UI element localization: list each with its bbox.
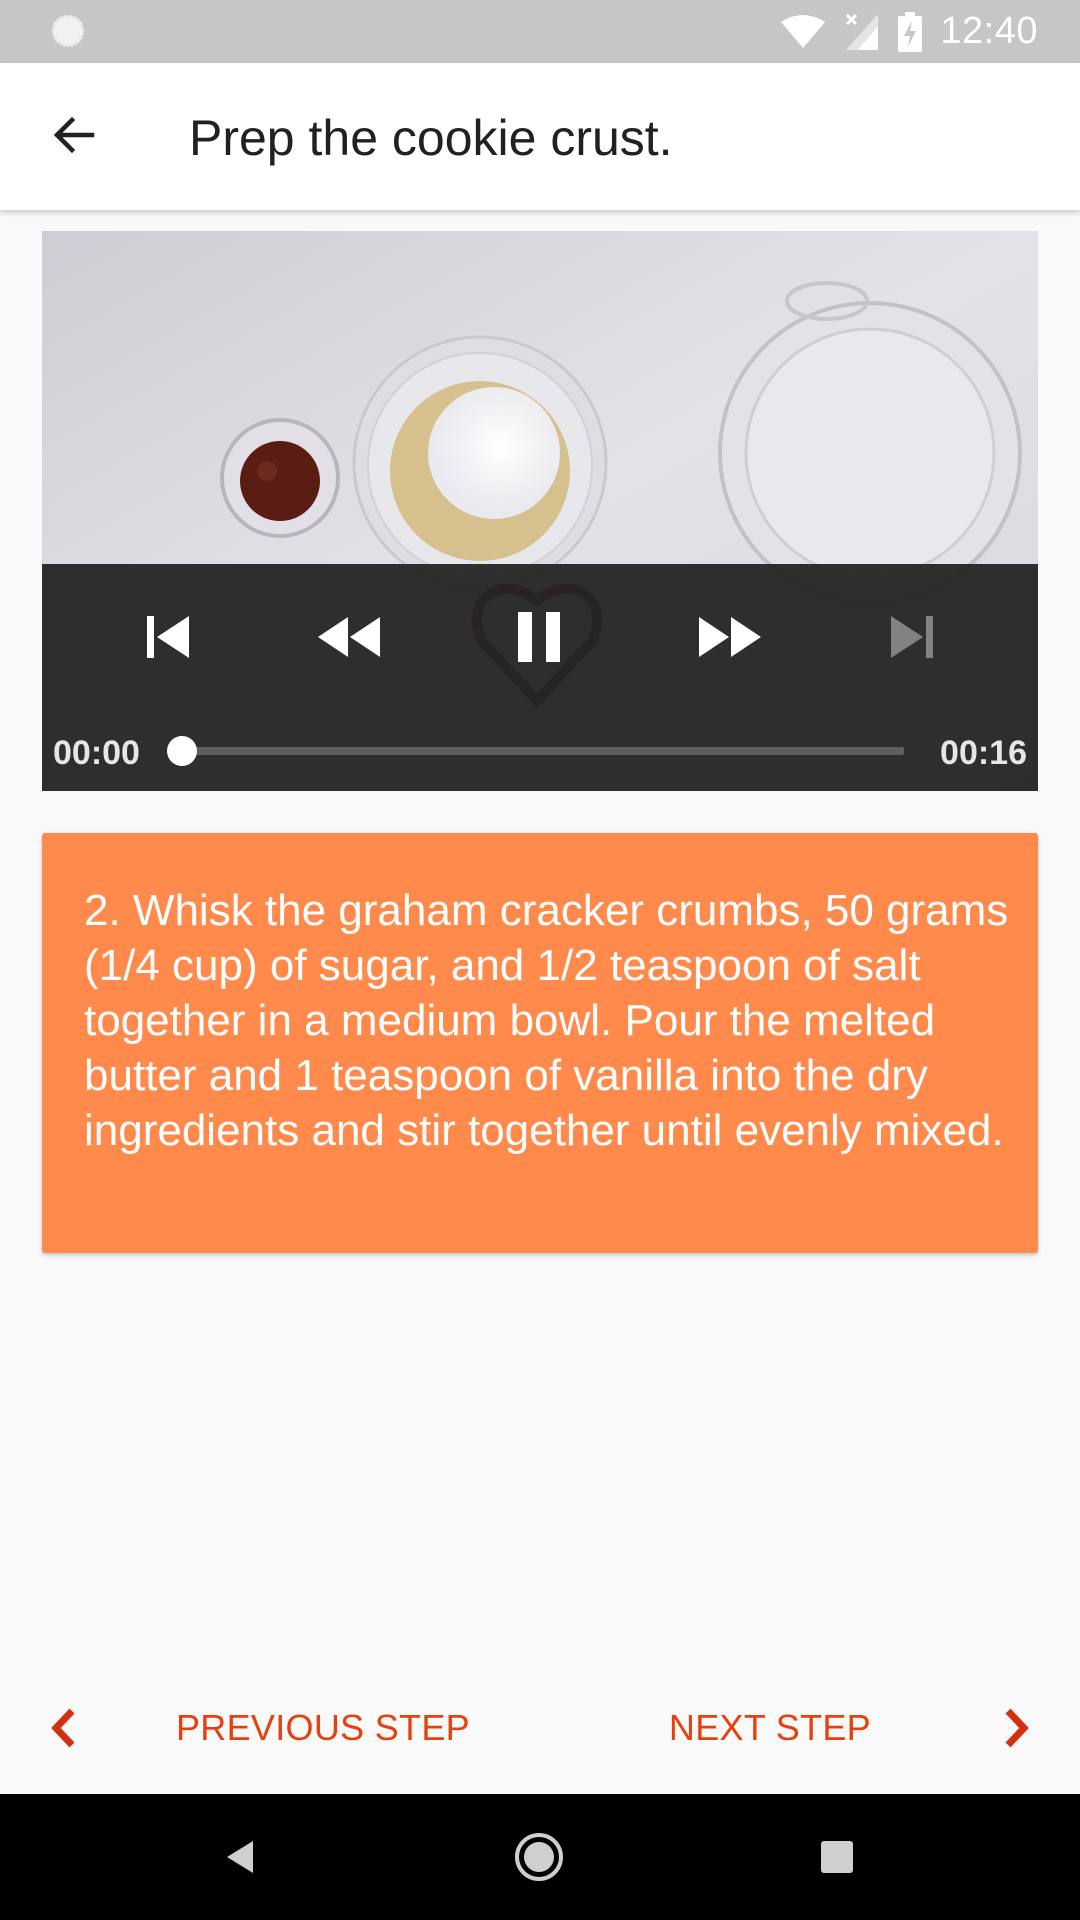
video-player[interactable]: 00:00 00:16 [42,231,1038,791]
progress-thumb[interactable] [167,736,197,766]
chevron-left-icon [51,1708,75,1748]
skip-next-icon [891,616,933,658]
app-bar: Prep the cookie crust. [0,63,1080,210]
home-circle-icon [515,1833,563,1881]
system-back-button[interactable] [206,1822,276,1892]
status-time: 12:40 [940,10,1038,52]
status-icons: 12:40 [780,0,1038,63]
back-button[interactable] [38,99,110,171]
pause-icon [518,612,560,662]
fast-forward-icon [699,617,761,657]
step-instructions: 2. Whisk the graham cracker crumbs, 50 g… [84,886,1009,1155]
skip-next-button[interactable] [867,592,957,682]
rewind-button[interactable] [304,592,394,682]
system-navigation-bar [0,1794,1080,1920]
screen: 12:40 Prep the cookie crust. 00:00 00:16… [0,0,1080,1920]
previous-step-button[interactable]: PREVIOUS STEP [40,1690,470,1766]
battery-charging-icon [898,11,923,52]
chevron-right-icon [1005,1708,1029,1748]
wifi-icon [781,14,826,48]
system-home-button[interactable] [504,1822,574,1892]
next-step-button[interactable]: NEXT STEP [669,1690,1040,1766]
current-time: 00:00 [53,734,140,772]
next-step-label: NEXT STEP [668,1707,871,1748]
player-controls: 00:00 00:16 [42,564,1038,791]
status-bar: 12:40 [0,0,1080,63]
page-title: Prep the cookie crust. [189,110,673,166]
rewind-icon [318,617,380,657]
loading-circle-icon [52,15,84,47]
no-signal-icon [846,13,879,50]
progress-track[interactable] [182,747,904,755]
previous-step-label: PREVIOUS STEP [176,1707,470,1748]
step-card: 2. Whisk the graham cracker crumbs, 50 g… [42,833,1038,1253]
duration-time: 00:16 [940,734,1027,772]
skip-previous-button[interactable] [123,592,213,682]
arrow-back-icon [53,116,95,154]
back-triangle-icon [227,1841,253,1873]
pause-button[interactable] [494,592,584,682]
skip-previous-icon [147,616,189,658]
step-navigation: PREVIOUS STEP NEXT STEP [0,1690,1080,1766]
fast-forward-button[interactable] [685,592,775,682]
recents-square-icon [821,1841,853,1873]
system-recents-button[interactable] [802,1822,872,1892]
